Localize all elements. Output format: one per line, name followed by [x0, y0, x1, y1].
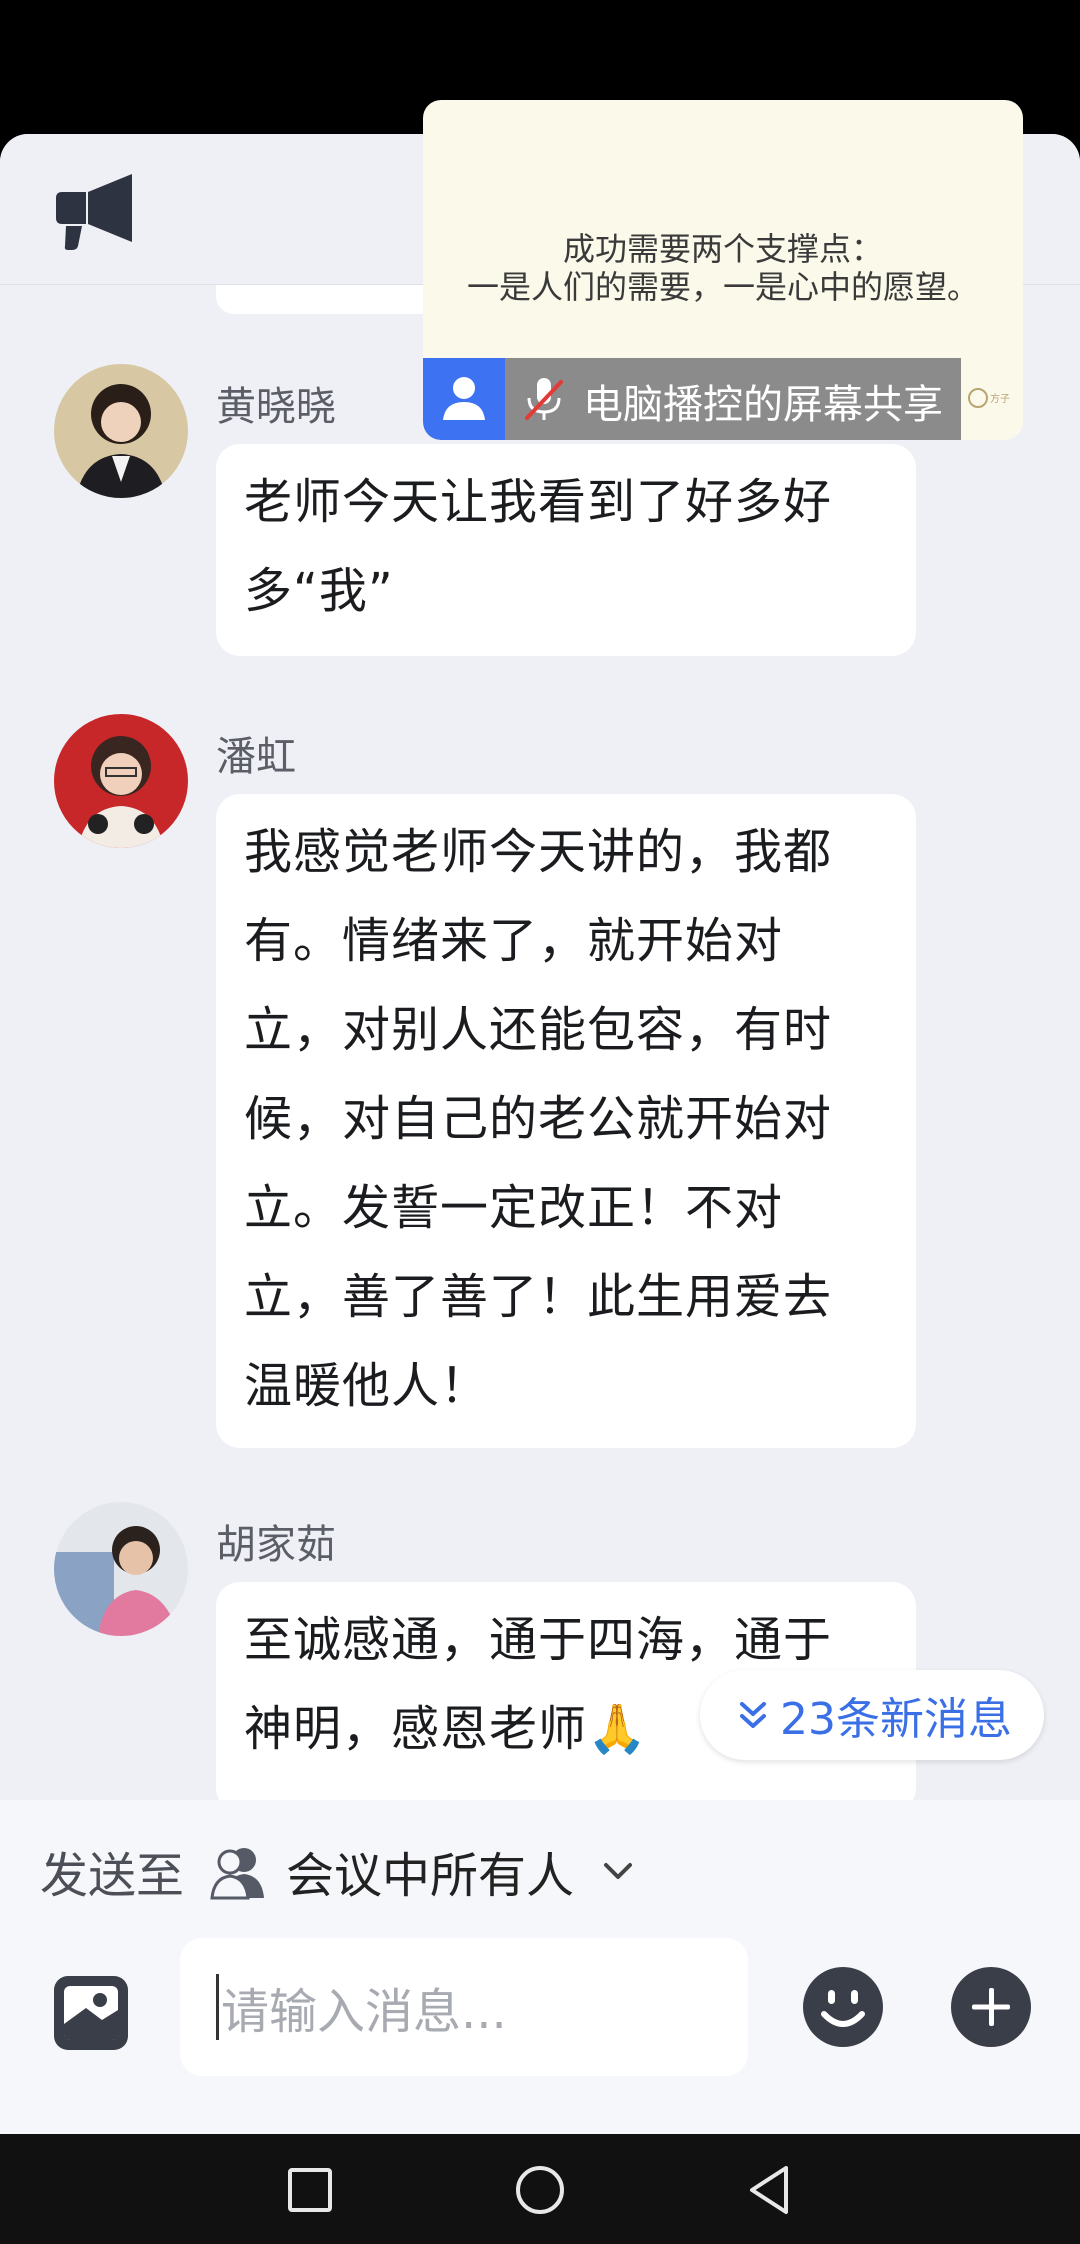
avatar[interactable] [54, 714, 188, 848]
sender-name: 潘虹 [216, 734, 296, 780]
message-bubble[interactable]: 老师今天让我看到了好多好 多“我” [216, 444, 916, 656]
new-messages-label: 23条新消息 [780, 1694, 1012, 1745]
megaphone-icon[interactable] [52, 172, 138, 250]
avatar[interactable] [54, 1502, 188, 1636]
plus-icon[interactable] [950, 1966, 1032, 2048]
message-line: 老师今天让我看到了好多好 [244, 474, 833, 530]
people-icon [210, 1848, 265, 1900]
avatar[interactable] [54, 364, 188, 498]
message-line: 候，对自己的老公就开始对 [244, 1091, 833, 1147]
message-line: 有。情绪来了，就开始对 [244, 913, 784, 969]
message-line: 我感觉老师今天讲的，我都 [244, 824, 833, 880]
back-icon[interactable] [744, 2164, 796, 2216]
shared-quote-line: 一是人们的需要，一是心中的愿望。 [466, 268, 979, 306]
shared-screen-content: 成功需要两个支撑点： 一是人们的需要，一是心中的愿望。 [423, 230, 1023, 306]
message-input-placeholder: 请输入消息... [221, 1984, 507, 2040]
emoji-icon[interactable] [802, 1966, 884, 2048]
message-line: 立。发誓一定改正！不对 [244, 1180, 784, 1236]
previous-message-bubble [216, 284, 438, 314]
screen-share-label: 电脑播控的屏幕共享 [583, 382, 943, 428]
message-line: 立，善了善了！此生用爱去 [244, 1269, 833, 1325]
system-navigation-bar [0, 2134, 1080, 2244]
shared-quote-line: 成功需要两个支撑点： [562, 230, 883, 268]
send-to-label: 发送至 [40, 1848, 185, 1904]
message-line: 温暖他人！ [244, 1358, 490, 1414]
logo-text: 方子 [990, 392, 1010, 405]
mic-muted-icon [525, 378, 563, 420]
message-line: 立，对别人还能包容，有时 [244, 1002, 833, 1058]
home-icon[interactable] [514, 2164, 566, 2216]
user-icon-container [423, 358, 505, 440]
message-input[interactable]: 请输入消息... [180, 1938, 748, 2076]
new-messages-button[interactable]: 23条新消息 [700, 1670, 1044, 1760]
send-to-selector[interactable]: 发送至 会议中所有人 [40, 1836, 638, 1906]
screen-share-status-bar: 电脑播控的屏幕共享 [423, 358, 961, 440]
double-chevron-down-icon [740, 1702, 766, 1728]
send-to-target: 会议中所有人 [286, 1848, 575, 1904]
user-icon [443, 377, 485, 420]
sender-name: 胡家茹 [216, 1522, 336, 1568]
chevron-down-icon [604, 1863, 633, 1879]
recent-apps-icon[interactable] [284, 2164, 336, 2216]
screen-share-window[interactable]: 成功需要两个支撑点： 一是人们的需要，一是心中的愿望。 电脑播控的屏幕共享 方子 [423, 100, 1023, 440]
sender-name: 黄晓晓 [216, 384, 336, 430]
message-composer: 发送至 会议中所有人 请输入消息... [0, 1800, 1080, 2134]
message-line: 多“我” [244, 563, 394, 619]
message-bubble[interactable]: 我感觉老师今天讲的，我都 有。情绪来了，就开始对 立，对别人还能包容，有时 候，… [216, 794, 916, 1448]
image-icon[interactable] [52, 1974, 130, 2052]
watermark-logo: 方子 [968, 378, 1016, 418]
text-caret [216, 1974, 219, 2040]
